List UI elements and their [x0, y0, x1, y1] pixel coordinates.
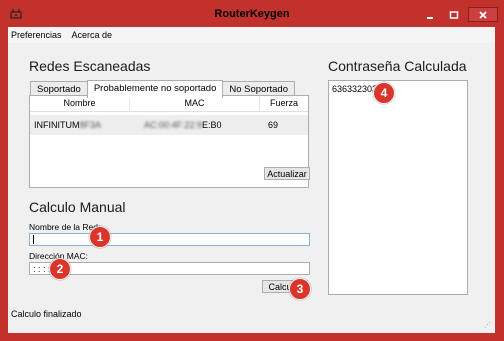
calculated-password-heading: Contraseña Calculada — [328, 58, 467, 74]
menu-preferencias[interactable]: Preferencias — [8, 30, 67, 40]
tab-probablemente-no-soportado[interactable]: Probablemente no soportado — [86, 80, 224, 98]
annotation-marker-2: 2 — [49, 258, 71, 280]
annotation-marker-3: 3 — [289, 278, 311, 300]
maximize-icon — [449, 10, 459, 19]
maximize-button[interactable] — [444, 7, 464, 22]
list-header: Nombre MAC Fuerza — [30, 96, 308, 112]
menu-bar: Preferencias Acerca de — [8, 27, 495, 43]
column-header-mac[interactable]: MAC — [130, 96, 260, 111]
minimize-button[interactable] — [420, 7, 440, 22]
network-name-input[interactable] — [29, 233, 310, 246]
column-header-nombre[interactable]: Nombre — [30, 96, 130, 111]
annotation-marker-4: 4 — [373, 82, 395, 104]
resize-grip-icon[interactable]: ⋰ — [484, 321, 492, 329]
network-name-redacted: 8F3A — [79, 120, 102, 130]
window-title: RouterKeygen — [214, 7, 290, 20]
mac-cell: AC:00:4F:22:9E:B0 — [130, 120, 260, 130]
mac-suffix: E:B0 — [202, 120, 222, 130]
title-bar[interactable]: RouterKeygen — [0, 0, 504, 27]
menu-acerca-de[interactable]: Acerca de — [67, 30, 118, 40]
app-icon — [10, 9, 22, 19]
window-controls — [420, 7, 498, 22]
manual-calc-heading: Calculo Manual — [29, 199, 126, 215]
minimize-icon — [427, 16, 433, 19]
column-header-fuerza[interactable]: Fuerza — [260, 96, 308, 111]
network-name: INFINITUM — [34, 120, 80, 130]
mac-address-input[interactable]: : : : : : — [29, 262, 310, 275]
scanned-networks-heading: Redes Escaneadas — [29, 58, 151, 74]
mac-redacted: AC:00:4F:22:9 — [144, 120, 203, 130]
strength-cell: 69 — [268, 120, 279, 130]
app-window: RouterKeygen Preferencias Acerca de Rede… — [0, 0, 504, 341]
status-text: Calculo finalizado — [11, 309, 82, 319]
client-area: Preferencias Acerca de Redes Escaneadas … — [8, 27, 495, 333]
table-row[interactable]: INFINITUM8F3A AC:00:4F:22:9E:B0 69 — [30, 115, 308, 135]
close-button[interactable] — [468, 7, 498, 22]
close-icon — [479, 10, 487, 19]
text-cursor — [33, 235, 34, 244]
annotation-marker-1: 1 — [89, 226, 111, 248]
password-output[interactable]: 6363323038 — [328, 80, 468, 295]
network-name-cell: INFINITUM8F3A — [30, 120, 130, 130]
refresh-button[interactable]: Actualizar — [264, 167, 310, 180]
status-bar: Calculo finalizado — [8, 307, 498, 321]
